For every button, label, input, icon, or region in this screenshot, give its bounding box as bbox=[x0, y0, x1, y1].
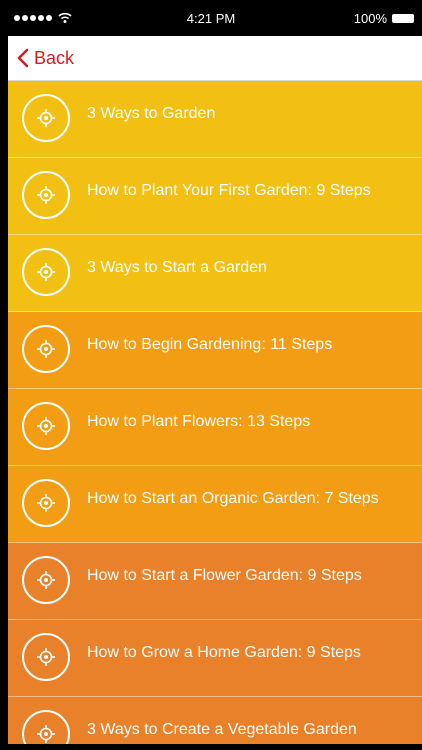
item-title-text: How to Plant Flowers: 13 Steps bbox=[87, 412, 311, 430]
list-item[interactable]: How to Plant Your First Garden: 9 Steps bbox=[8, 158, 422, 235]
target-icon bbox=[37, 417, 55, 435]
target-icon bbox=[37, 725, 55, 743]
list-item[interactable]: How to Start a Flower Garden: 9 Steps bbox=[8, 543, 422, 620]
back-button[interactable]: Back bbox=[16, 46, 74, 70]
list-item[interactable]: How to Grow a Home Garden: 9 Steps bbox=[8, 620, 422, 697]
item-title-text: 3 Ways to Start a Garden bbox=[87, 258, 267, 276]
item-title: 3 Ways to Create a Vegetable Garden bbox=[87, 697, 416, 744]
target-icon bbox=[37, 340, 55, 358]
article-list[interactable]: 3 Ways to Garden How to Plant Your First … bbox=[8, 81, 422, 744]
item-title: How to Grow a Home Garden: 9 Steps bbox=[87, 620, 416, 696]
chevron-left-icon bbox=[17, 48, 29, 68]
item-title: How to Begin Gardening: 11 Steps bbox=[87, 312, 416, 388]
item-circle bbox=[22, 248, 70, 296]
item-title: How to Plant Flowers: 13 Steps bbox=[87, 389, 416, 465]
status-bar: 4:21 PM 100% bbox=[0, 0, 422, 36]
target-icon bbox=[37, 571, 55, 589]
item-circle bbox=[22, 479, 70, 527]
item-title: 3 Ways to Garden bbox=[87, 81, 416, 157]
device-frame-bottom bbox=[0, 744, 422, 750]
device-frame-left bbox=[0, 0, 8, 750]
item-title: How to Plant Your First Garden: 9 Steps bbox=[87, 158, 416, 234]
item-title-text: How to Start a Flower Garden: 9 Steps bbox=[87, 566, 362, 584]
item-circle bbox=[22, 556, 70, 604]
item-title: How to Start an Organic Garden: 7 Steps bbox=[87, 466, 416, 542]
list-item[interactable]: How to Start an Organic Garden: 7 Steps bbox=[8, 466, 422, 543]
status-battery: 100% bbox=[354, 11, 414, 26]
item-title-text: 3 Ways to Create a Vegetable Garden bbox=[87, 720, 357, 738]
item-circle bbox=[22, 325, 70, 373]
item-title-text: How to Grow a Home Garden: 9 Steps bbox=[87, 643, 361, 661]
item-title: How to Start a Flower Garden: 9 Steps bbox=[87, 543, 416, 619]
item-circle bbox=[22, 94, 70, 142]
list-item[interactable]: How to Plant Flowers: 13 Steps bbox=[8, 389, 422, 466]
list-item[interactable]: 3 Ways to Garden bbox=[8, 81, 422, 158]
target-icon bbox=[37, 109, 55, 127]
target-icon bbox=[37, 494, 55, 512]
back-label: Back bbox=[34, 47, 75, 68]
item-title-text: How to Begin Gardening: 11 Steps bbox=[87, 335, 333, 353]
item-circle bbox=[22, 402, 70, 450]
target-icon bbox=[37, 263, 55, 281]
item-circle bbox=[22, 633, 70, 681]
navigation-bar: Back bbox=[8, 36, 422, 81]
list-item[interactable]: 3 Ways to Create a Vegetable Garden bbox=[8, 697, 422, 744]
list-item[interactable]: How to Begin Gardening: 11 Steps bbox=[8, 312, 422, 389]
item-circle bbox=[22, 171, 70, 219]
list-item[interactable]: 3 Ways to Start a Garden bbox=[8, 235, 422, 312]
phone-screen: 4:21 PM 100% Back 3 Ways to Garden How to… bbox=[0, 0, 422, 750]
battery-icon bbox=[392, 14, 414, 23]
item-title-text: 3 Ways to Garden bbox=[87, 104, 216, 122]
item-title: 3 Ways to Start a Garden bbox=[87, 235, 416, 311]
target-icon bbox=[37, 648, 55, 666]
item-title-text: How to Plant Your First Garden: 9 Steps bbox=[87, 181, 371, 199]
target-icon bbox=[37, 186, 55, 204]
item-circle bbox=[22, 710, 70, 744]
battery-percent: 100% bbox=[353, 11, 387, 26]
item-title-text: How to Start an Organic Garden: 7 Steps bbox=[87, 489, 379, 507]
